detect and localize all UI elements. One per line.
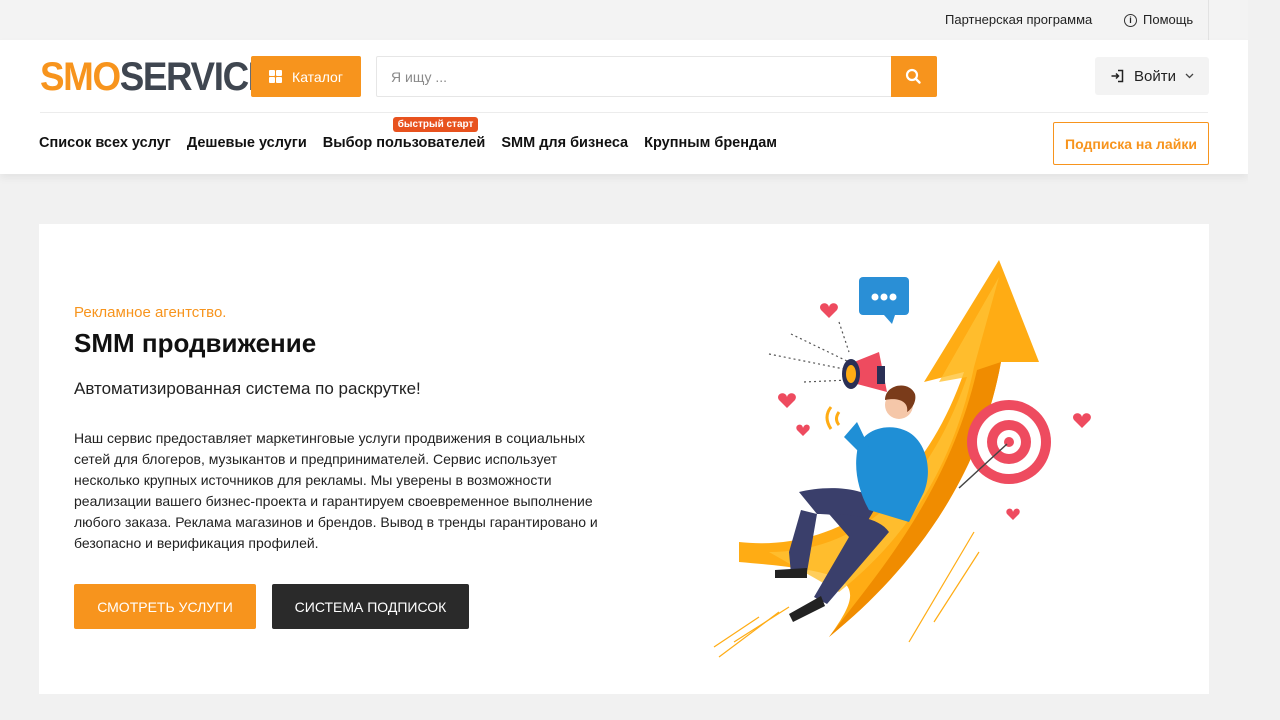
hero-eyebrow: Рекламное агентство. (74, 304, 227, 321)
subscription-system-button[interactable]: СИСТЕМА ПОДПИСОК (272, 584, 469, 629)
nav-item-smm-business[interactable]: SMM для бизнеса (501, 135, 628, 151)
search-icon (905, 68, 921, 84)
nav-item-big-brands[interactable]: Крупным брендам (644, 135, 777, 151)
nav-item-users-choice-label: Выбор пользователей (322, 135, 486, 151)
site-logo[interactable]: SMOSERVICE (40, 55, 273, 99)
logo-smo: SMO (40, 55, 121, 99)
search-box (376, 56, 937, 97)
top-utility-bar: Партнерская программа i Помощь (0, 0, 1248, 40)
catalog-button[interactable]: Каталог (251, 56, 361, 97)
hero-description: Наш сервис предоставляет маркетинговые у… (74, 430, 598, 551)
info-icon: i (1124, 13, 1137, 27)
login-button[interactable]: Войти (1095, 57, 1209, 95)
nav-item-cheap-services[interactable]: Дешевые услуги (187, 135, 307, 151)
quick-start-badge: быстрый старт (392, 117, 479, 132)
grid-icon (269, 70, 283, 83)
view-services-button[interactable]: СМОТРЕТЬ УСЛУГИ (74, 584, 256, 629)
header-separator (40, 112, 1208, 113)
site-header: SMOSERVICE Каталог Войти Список всех усл… (0, 40, 1248, 174)
logo-service: SERVICE (119, 55, 273, 99)
help-label: Помощь (1143, 12, 1194, 27)
catalog-label: Каталог (292, 68, 343, 85)
topbar-divider (1208, 0, 1209, 40)
subscribe-likes-button[interactable]: Подписка на лайки (1053, 122, 1209, 165)
hero-title: SMM продвижение (74, 328, 317, 358)
help-link[interactable]: i Помощь (1124, 0, 1193, 40)
nav-item-all-services[interactable]: Список всех услуг (39, 135, 171, 151)
page-scrollbar-area[interactable] (1248, 0, 1280, 720)
megaphone-illustration (713, 260, 1091, 658)
search-button[interactable] (891, 56, 937, 97)
hero-card: Рекламное агентство. SMM продвижение Авт… (39, 224, 1209, 694)
nav-item-users-choice[interactable]: быстрый старт Выбор пользователей (322, 117, 486, 151)
partner-program-link[interactable]: Партнерская программа (945, 0, 1092, 40)
login-label: Войти (1134, 67, 1176, 85)
search-input[interactable] (377, 57, 891, 96)
chevron-down-icon (1185, 73, 1194, 79)
login-icon (1111, 69, 1124, 83)
hero-subtitle: Автоматизированная система по раскрутке! (74, 379, 421, 398)
main-nav: Список всех услуг Дешевые услуги быстрый… (39, 117, 777, 151)
